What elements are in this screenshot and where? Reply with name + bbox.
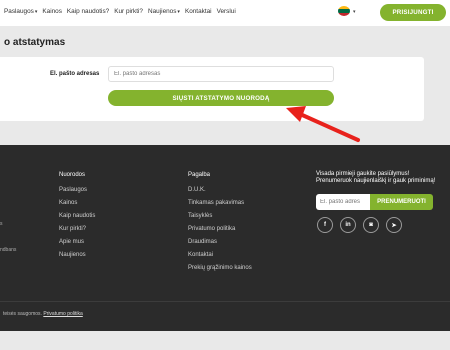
chevron-down-icon[interactable]: ▾ — [353, 9, 356, 15]
chevron-down-icon: ▾ — [34, 9, 38, 15]
email-label: El. pašto adresas — [50, 71, 100, 77]
footer-link[interactable]: Apie mus — [59, 239, 95, 252]
nav-item-verslui[interactable]: Verslui — [217, 8, 236, 15]
facebook-icon[interactable]: f — [317, 217, 333, 233]
telegram-icon[interactable]: ➤ — [386, 217, 402, 233]
nav-item-kainos[interactable]: Kainos — [42, 8, 62, 15]
login-button[interactable]: PRISIJUNGTI — [380, 4, 446, 21]
copyright-text: teisės saugomos. — [3, 311, 42, 317]
social-links: f in ◙ ➤ — [317, 217, 402, 233]
linkedin-icon[interactable]: in — [340, 217, 356, 233]
footer-link[interactable]: Kaip naudotis — [59, 213, 95, 226]
lithuania-flag-icon[interactable] — [338, 6, 350, 16]
cropped-text: ndbans — [0, 247, 17, 253]
footer-links-column: Nuorodos Paslaugos Kainos Kaip naudotis … — [59, 172, 95, 265]
send-reset-link-button[interactable]: SIŲSTI ATSTATYMO NUORODĄ — [108, 90, 334, 106]
footer: s ndbans Nuorodos Paslaugos Kainos Kaip … — [0, 145, 450, 331]
main-nav: Paslaugos▾ Kainos Kaip naudotis? Kur pir… — [4, 8, 236, 15]
footer-link[interactable]: Kontaktai — [188, 252, 252, 265]
footer-link[interactable]: Taisyklės — [188, 213, 252, 226]
reset-form-card: El. pašto adresas SIŲSTI ATSTATYMO NUORO… — [0, 57, 424, 121]
privacy-policy-link[interactable]: Privatumo politika — [43, 311, 82, 317]
page-title: o atstatymas — [4, 37, 66, 48]
footer-link[interactable]: Draudimas — [188, 239, 252, 252]
cropped-text: s — [0, 221, 3, 227]
copyright: teisės saugomos. Privatumo politika — [3, 311, 83, 317]
email-field[interactable] — [108, 66, 334, 82]
footer-help-column: Pagalba D.U.K. Tinkamas pakavimas Taisyk… — [188, 172, 252, 278]
instagram-icon[interactable]: ◙ — [363, 217, 379, 233]
nav-item-kur-pirkti[interactable]: Kur pirkti? — [114, 8, 143, 15]
footer-link[interactable]: D.U.K. — [188, 187, 252, 200]
footer-link[interactable]: Paslaugos — [59, 187, 95, 200]
footer-link[interactable]: Privatumo politika — [188, 226, 252, 239]
nav-item-paslaugos[interactable]: Paslaugos▾ — [4, 8, 37, 15]
newsletter-title: Visada pirmieji gaukite pasiūlymus! Pren… — [316, 171, 436, 184]
footer-divider — [0, 301, 450, 302]
footer-help-heading: Pagalba — [188, 172, 211, 178]
top-navbar: Paslaugos▾ Kainos Kaip naudotis? Kur pir… — [0, 0, 450, 26]
nav-item-naujienos[interactable]: Naujienos▾ — [148, 8, 180, 15]
footer-link[interactable]: Kur pirkti? — [59, 226, 95, 239]
footer-link[interactable]: Tinkamas pakavimas — [188, 200, 252, 213]
nav-item-kontaktai[interactable]: Kontaktai — [185, 8, 212, 15]
footer-link[interactable]: Kainos — [59, 200, 95, 213]
footer-link[interactable]: Naujienos — [59, 252, 95, 265]
subscribe-button[interactable]: PRENUMERUOTI — [370, 194, 433, 210]
chevron-down-icon: ▾ — [177, 9, 180, 15]
newsletter-email-field[interactable] — [316, 194, 370, 210]
nav-item-kaip-naudotis[interactable]: Kaip naudotis? — [67, 8, 109, 15]
footer-links-heading: Nuorodos — [59, 172, 86, 178]
footer-link[interactable]: Prekių grąžinimo kainos — [188, 265, 252, 278]
